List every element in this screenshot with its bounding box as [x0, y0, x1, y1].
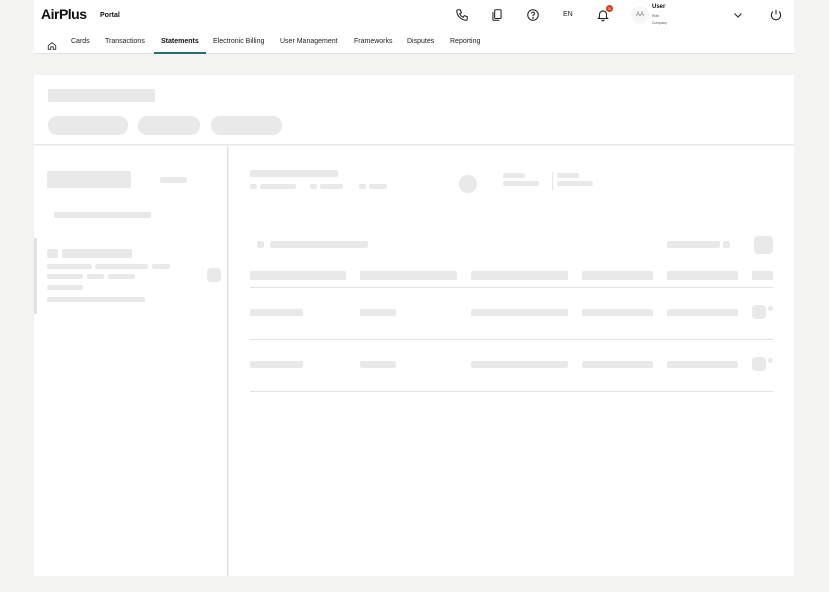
list-subtitle-skeleton [54, 212, 151, 218]
tab-transactions[interactable]: Transactions [105, 38, 145, 45]
statement-list-panel [34, 146, 228, 576]
item-text-skeleton [108, 274, 135, 279]
phone-icon[interactable] [455, 8, 469, 22]
language-selector[interactable]: EN [563, 11, 573, 18]
tab-frameworks[interactable]: Frameworks [354, 38, 393, 45]
item-title-skeleton [62, 249, 132, 258]
list-title-skeleton [47, 171, 131, 188]
top-header: AirPlus Portal EN 5 AA User Role Company [34, 0, 794, 54]
row-action-skeleton [752, 305, 766, 319]
detail-meta-skeleton [369, 184, 387, 189]
section-meta-skeleton [723, 241, 730, 248]
cell-skeleton [667, 309, 738, 316]
detail-meta-skeleton [250, 184, 257, 189]
user-role: Role [652, 14, 660, 18]
item-text-skeleton [47, 297, 145, 302]
tab-statements[interactable]: Statements [161, 38, 199, 45]
detail-title-skeleton [250, 170, 338, 177]
tab-user-management[interactable]: User Management [280, 38, 338, 45]
power-icon[interactable] [769, 8, 783, 22]
cell-skeleton [667, 361, 738, 368]
cell-skeleton [471, 309, 568, 316]
tab-cards[interactable]: Cards [71, 38, 90, 45]
tab-electronic-billing[interactable]: Electronic Billing [213, 38, 264, 45]
column-header-skeleton [250, 271, 346, 280]
detail-stat-skeleton [557, 181, 593, 186]
cell-skeleton [360, 361, 396, 368]
column-header-skeleton [752, 271, 773, 280]
main-nav: Cards Transactions Statements Electronic… [34, 32, 794, 54]
column-header-skeleton [582, 271, 653, 280]
item-icon-skeleton [47, 249, 58, 258]
cell-skeleton [582, 309, 653, 316]
help-icon[interactable] [526, 8, 540, 22]
app-window: AirPlus Portal EN 5 AA User Role Company [34, 0, 794, 592]
detail-meta-skeleton [260, 184, 296, 189]
cell-skeleton [250, 361, 303, 368]
avatar[interactable]: AA [631, 6, 649, 24]
row-divider [250, 391, 773, 392]
column-header-skeleton [360, 271, 457, 280]
user-name: User [652, 4, 666, 10]
row-action-skeleton [752, 357, 766, 371]
section-action-skeleton [754, 236, 773, 254]
column-header-skeleton [667, 271, 738, 280]
table-row[interactable] [229, 340, 794, 391]
cell-skeleton [471, 361, 568, 368]
detail-stat-skeleton [503, 173, 525, 178]
tab-disputes[interactable]: Disputes [407, 38, 434, 45]
active-tab-indicator [154, 52, 206, 54]
item-action-skeleton [207, 268, 221, 282]
list-item[interactable] [34, 238, 228, 314]
airplus-logo[interactable]: AirPlus [41, 6, 87, 22]
list-action-skeleton [160, 177, 187, 183]
copy-icon[interactable] [490, 8, 504, 22]
title-skeleton [48, 89, 155, 102]
cell-skeleton [360, 309, 396, 316]
table-header [229, 270, 794, 287]
notification-badge: 5 [606, 5, 613, 12]
tab-reporting[interactable]: Reporting [450, 38, 480, 45]
user-company: Company [652, 21, 667, 25]
item-text-skeleton [47, 264, 92, 269]
detail-avatar-skeleton [459, 175, 477, 193]
portal-label: Portal [100, 12, 120, 19]
section-icon-skeleton [257, 241, 264, 248]
section-meta-skeleton [667, 241, 720, 248]
filter-skeleton [48, 116, 128, 135]
row-status-skeleton [768, 306, 773, 311]
chevron-down-icon[interactable] [732, 8, 744, 20]
cell-skeleton [582, 361, 653, 368]
detail-stat-skeleton [503, 181, 539, 186]
detail-meta-skeleton [359, 184, 366, 189]
detail-stat-skeleton [557, 173, 579, 178]
cell-skeleton [250, 309, 303, 316]
item-text-skeleton [95, 264, 148, 269]
statements-header-panel [34, 75, 794, 145]
statement-detail-panel [229, 146, 794, 576]
filter-skeleton [211, 116, 282, 135]
divider [552, 172, 553, 190]
column-header-skeleton [471, 271, 568, 280]
item-text-skeleton [87, 274, 104, 279]
item-text-skeleton [152, 264, 170, 269]
table-row[interactable] [229, 288, 794, 339]
item-text-skeleton [47, 274, 83, 279]
filter-skeleton [138, 116, 200, 135]
home-icon[interactable] [47, 38, 57, 50]
item-text-skeleton [47, 285, 83, 290]
section-title-skeleton [270, 241, 368, 248]
detail-meta-skeleton [310, 184, 317, 189]
detail-meta-skeleton [320, 184, 343, 189]
row-status-skeleton [768, 358, 773, 363]
